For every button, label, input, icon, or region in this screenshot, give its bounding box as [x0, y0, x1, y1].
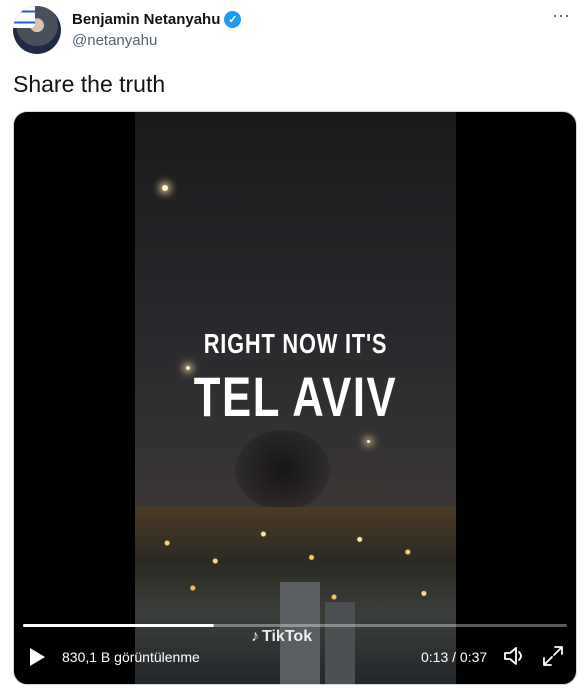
smoke-plume	[235, 430, 330, 510]
video-controls: 830,1 B görüntülenme 0:13 / 0:37	[14, 622, 576, 684]
video-frame: RIGHT NOW IT'S TEL AVIV	[135, 112, 456, 684]
volume-icon[interactable]	[502, 644, 528, 668]
light-flare	[367, 440, 370, 443]
avatar[interactable]	[13, 6, 61, 54]
author-name-text[interactable]: Benjamin Netanyahu	[72, 11, 220, 28]
author-handle[interactable]: @netanyahu	[72, 32, 157, 49]
verified-badge-icon: ✓	[224, 11, 242, 28]
view-count: 830,1 B görüntülenme	[62, 649, 200, 665]
time-display: 0:13 / 0:37	[421, 649, 488, 665]
video-overlay-line1: RIGHT NOW IT'S	[203, 328, 388, 359]
video-player[interactable]: RIGHT NOW IT'S TEL AVIV ♪ TikTok 830,1 B…	[13, 111, 577, 685]
fullscreen-icon[interactable]	[541, 644, 565, 668]
more-options-icon[interactable]: ⋯	[552, 6, 571, 27]
author-name[interactable]: Benjamin Netanyahu ✓	[72, 11, 242, 28]
play-button[interactable]	[30, 648, 45, 666]
video-overlay-line2: TEL AVIV	[193, 365, 398, 428]
flag-icon	[13, 6, 35, 28]
tweet-text: Share the truth	[13, 71, 166, 97]
light-flare	[162, 185, 168, 191]
